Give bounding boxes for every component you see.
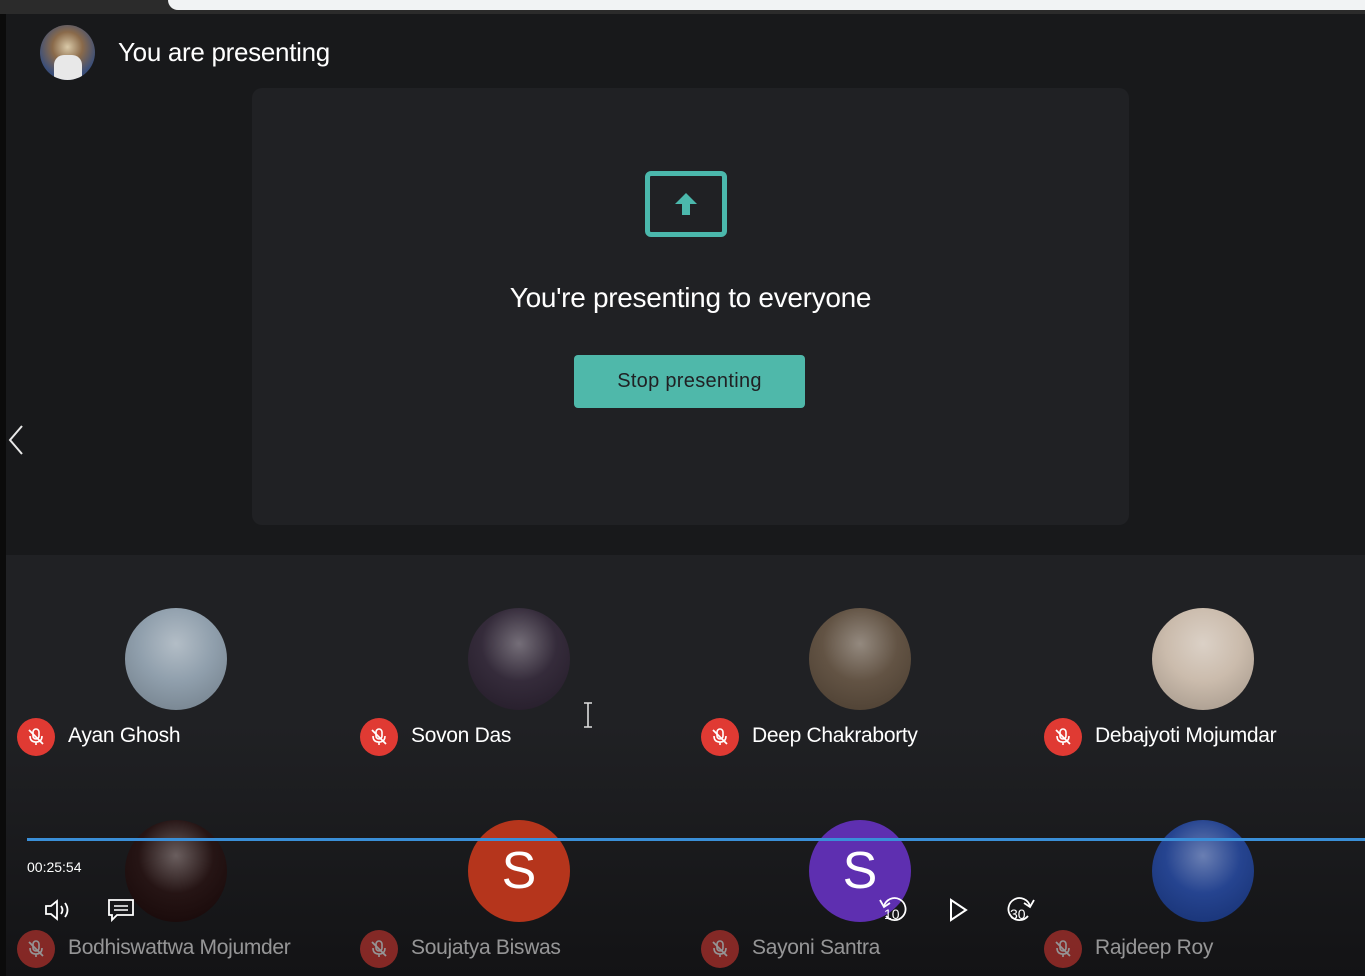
address-bar[interactable] <box>168 0 1365 10</box>
volume-icon[interactable] <box>42 896 74 924</box>
participant-avatar <box>468 608 570 710</box>
mic-off-icon <box>701 718 739 756</box>
stop-presenting-button[interactable]: Stop presenting <box>574 355 805 408</box>
participants-grid <box>6 555 1365 976</box>
play-icon[interactable] <box>944 896 972 924</box>
participant-avatar <box>809 608 911 710</box>
presenting-title: You are presenting <box>118 37 330 67</box>
avatar-initial: S <box>842 842 878 900</box>
participant-name: Deep Chakraborty <box>752 724 918 747</box>
avatar-initial: S <box>501 842 537 900</box>
browser-toolbar <box>0 0 1365 14</box>
participant-name: Sovon Das <box>411 724 512 747</box>
participant-avatar: S <box>468 820 570 922</box>
mic-off-icon <box>360 718 398 756</box>
mic-off-icon <box>1044 930 1082 968</box>
participant-name: Sayoni Santra <box>752 936 881 959</box>
forward-seconds: 30 <box>1010 906 1026 922</box>
captions-icon[interactable] <box>106 896 136 924</box>
participant-name: Ayan Ghosh <box>68 724 181 747</box>
chevron-left-icon[interactable] <box>7 424 25 461</box>
participant-avatar <box>1152 820 1254 922</box>
participant-avatar <box>1152 608 1254 710</box>
present-screen-icon <box>645 171 727 237</box>
participant-name: Bodhiswattwa Mojumder <box>68 936 291 959</box>
rewind-seconds: 10 <box>884 906 900 922</box>
mic-off-icon <box>17 930 55 968</box>
presenting-card: You're presenting to everyone Stop prese… <box>252 88 1129 525</box>
participant-name: Debajyoti Mojumdar <box>1095 724 1277 747</box>
mic-off-icon <box>1044 718 1082 756</box>
participant-name: Soujatya Biswas <box>411 936 561 959</box>
participant-name: Rajdeep Roy <box>1095 936 1214 959</box>
mic-off-icon <box>701 930 739 968</box>
presenter-avatar <box>40 25 95 80</box>
mic-off-icon <box>17 718 55 756</box>
participant-avatar <box>125 820 227 922</box>
text-cursor-icon <box>584 702 592 728</box>
mic-off-icon <box>360 930 398 968</box>
playback-progress-bar[interactable] <box>27 838 1365 841</box>
playback-timestamp: 00:25:54 <box>27 859 82 875</box>
presenting-message: You're presenting to everyone <box>509 282 872 313</box>
participant-avatar <box>125 608 227 710</box>
